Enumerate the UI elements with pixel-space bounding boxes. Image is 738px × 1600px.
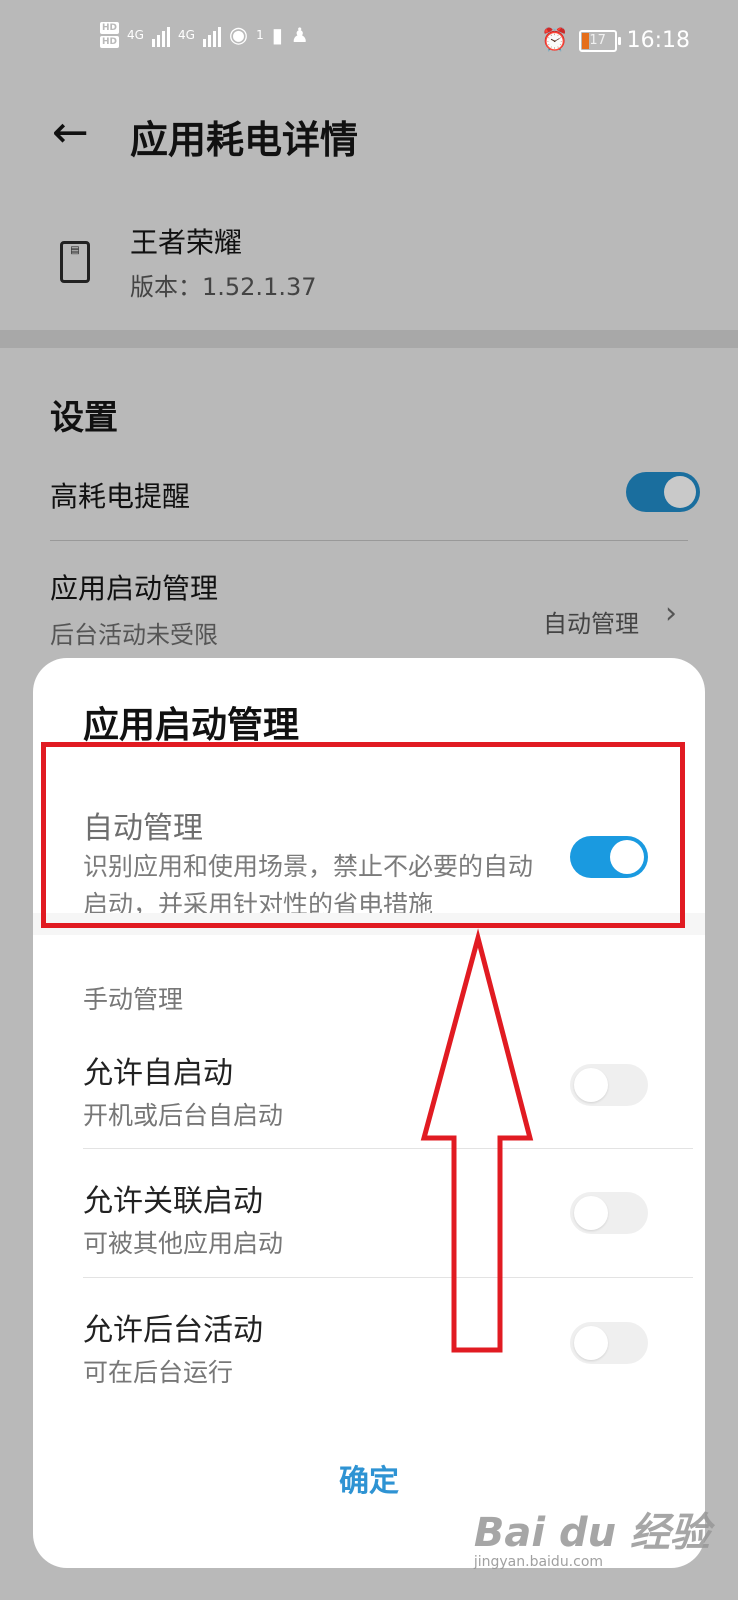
watermark: Bai du 经验 jingyan.baidu.com [474,1500,710,1570]
annotation-arrow-icon [420,928,534,1353]
watermark-sub: jingyan.baidu.com [473,1554,604,1570]
watermark-text: Bai du 经验 [473,1510,710,1556]
